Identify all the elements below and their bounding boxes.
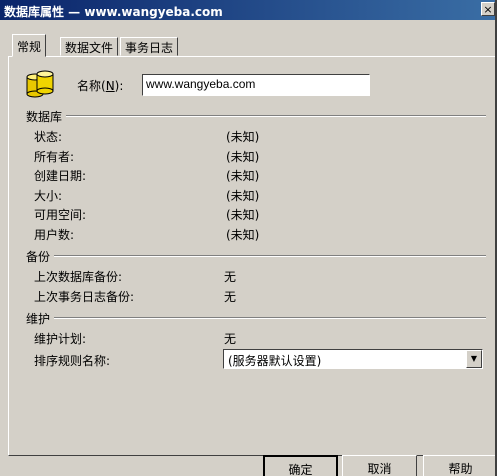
last-log-backup-label: 上次事务日志备份:	[34, 290, 135, 304]
created-date-label: 创建日期:	[34, 169, 87, 183]
free-space-value: (未知)	[226, 208, 260, 222]
tab-transaction-log[interactable]: 事务日志	[120, 37, 179, 56]
tab-label: 数据文件	[65, 41, 114, 55]
tab-general[interactable]: 常规	[12, 34, 47, 57]
collation-select-value: (服务器默认设置)	[228, 354, 322, 368]
maintenance-heading: 维护	[26, 312, 51, 326]
name-label-pre: 名称(	[77, 79, 106, 93]
cancel-button-label: 取消	[367, 462, 392, 476]
tab-label: 事务日志	[125, 41, 174, 55]
created-date-value: (未知)	[226, 169, 260, 183]
owner-value: (未知)	[226, 150, 260, 164]
chevron-down-icon[interactable]: ▼	[466, 350, 482, 368]
name-label-post: ):	[114, 79, 124, 93]
maintenance-plan-label: 维护计划:	[34, 332, 87, 346]
name-input[interactable]: www.wangyeba.com	[142, 74, 370, 96]
status-value: (未知)	[226, 130, 260, 144]
window-title: 数据库属性 — www.wangyeba.com	[4, 5, 223, 19]
backup-divider	[54, 255, 486, 257]
free-space-label: 可用空间:	[34, 208, 87, 222]
cancel-button[interactable]: 取消	[342, 455, 417, 476]
database-icon	[26, 70, 54, 98]
properties-dialog: 数据库属性 — www.wangyeba.com × 数据文件 事务日志 常规 …	[0, 0, 497, 476]
tab-label: 常规	[17, 40, 42, 54]
help-button[interactable]: 帮助	[423, 455, 495, 476]
size-value: (未知)	[226, 189, 260, 203]
name-label: 名称(N):	[77, 77, 123, 94]
ok-button[interactable]: 确定	[263, 455, 338, 476]
database-divider	[66, 115, 486, 117]
database-heading: 数据库	[26, 110, 63, 124]
ok-button-label: 确定	[288, 463, 313, 476]
help-button-label: 帮助	[448, 462, 473, 476]
maintenance-plan-value: 无	[224, 332, 237, 346]
last-db-backup-label: 上次数据库备份:	[34, 270, 123, 284]
title-bar[interactable]: 数据库属性 — www.wangyeba.com ×	[0, 0, 495, 20]
tab-data-files[interactable]: 数据文件	[60, 37, 119, 56]
close-icon[interactable]: ×	[481, 2, 495, 16]
backup-heading: 备份	[26, 250, 51, 264]
collation-label: 排序规则名称:	[34, 354, 111, 368]
last-log-backup-value: 无	[224, 290, 237, 304]
name-label-key: N	[105, 79, 115, 93]
owner-label: 所有者:	[34, 150, 75, 164]
last-db-backup-value: 无	[224, 270, 237, 284]
size-label: 大小:	[34, 189, 63, 203]
maintenance-divider	[54, 317, 486, 319]
user-count-value: (未知)	[226, 228, 260, 242]
collation-select[interactable]: (服务器默认设置) ▼	[223, 349, 483, 369]
user-count-label: 用户数:	[34, 228, 75, 242]
status-label: 状态:	[34, 130, 63, 144]
